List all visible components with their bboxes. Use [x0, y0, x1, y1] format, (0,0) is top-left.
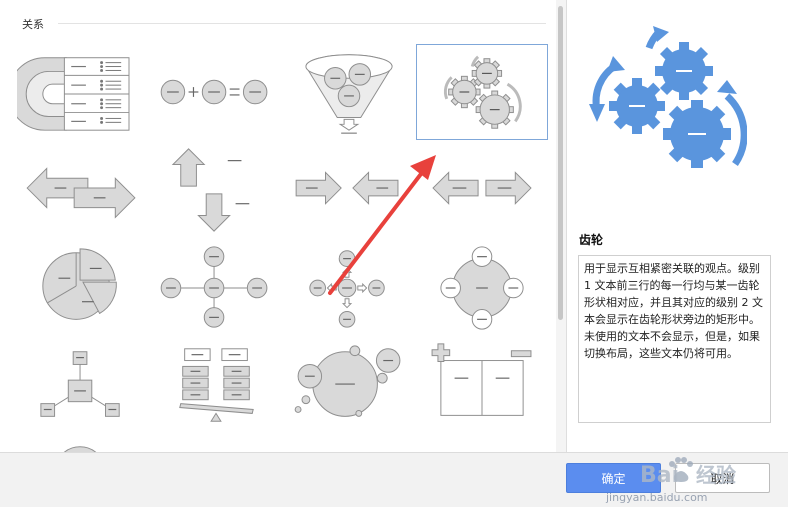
preview-title: 齿轮 — [579, 233, 604, 247]
layout-thumb-bubbles[interactable] — [283, 338, 415, 434]
preview-panel: 齿轮 用于显示互相紧密关联的观点。级别 1 文本前三行的每一行均与某一齿轮形状相… — [567, 0, 788, 452]
layout-thumb-equation[interactable] — [150, 44, 282, 140]
layout-thumb-gears[interactable] — [416, 44, 548, 140]
layout-thumb-plus-minus[interactable] — [416, 338, 548, 434]
layout-thumb-diverging-arrows[interactable] — [416, 142, 548, 238]
layout-thumb-cross-radial[interactable] — [150, 240, 282, 336]
layout-thumb-circle-satellites[interactable] — [416, 240, 548, 336]
section-divider — [58, 23, 546, 24]
section-title: 关系 — [22, 18, 44, 31]
gallery-scrollbar-thumb[interactable] — [558, 6, 563, 320]
layout-thumb-balance[interactable] — [150, 338, 282, 434]
layout-thumb-pie[interactable] — [16, 240, 148, 336]
layout-thumb-counter-arrows[interactable] — [16, 142, 148, 238]
layout-thumb-diverging-radial[interactable] — [283, 240, 415, 336]
ok-button[interactable]: 确定 — [566, 463, 661, 493]
layout-thumb-partial[interactable] — [16, 436, 148, 452]
layout-thumb-stacked-list[interactable] — [16, 44, 148, 140]
layout-thumb-funnel[interactable] — [283, 44, 415, 140]
preview-description: 用于显示互相紧密关联的观点。级别 1 文本前三行的每一行均与某一齿轮形状相对应，… — [578, 255, 771, 423]
dialog-footer: 确定 取消 — [0, 452, 788, 507]
layout-thumb-hub[interactable] — [16, 338, 148, 434]
layout-thumb-up-down-arrows[interactable] — [150, 142, 282, 238]
cancel-button[interactable]: 取消 — [675, 463, 770, 493]
layout-gallery: 关系 — [0, 0, 556, 452]
gear-icon — [589, 26, 747, 168]
layout-thumb-opposing-arrows[interactable] — [283, 142, 415, 238]
